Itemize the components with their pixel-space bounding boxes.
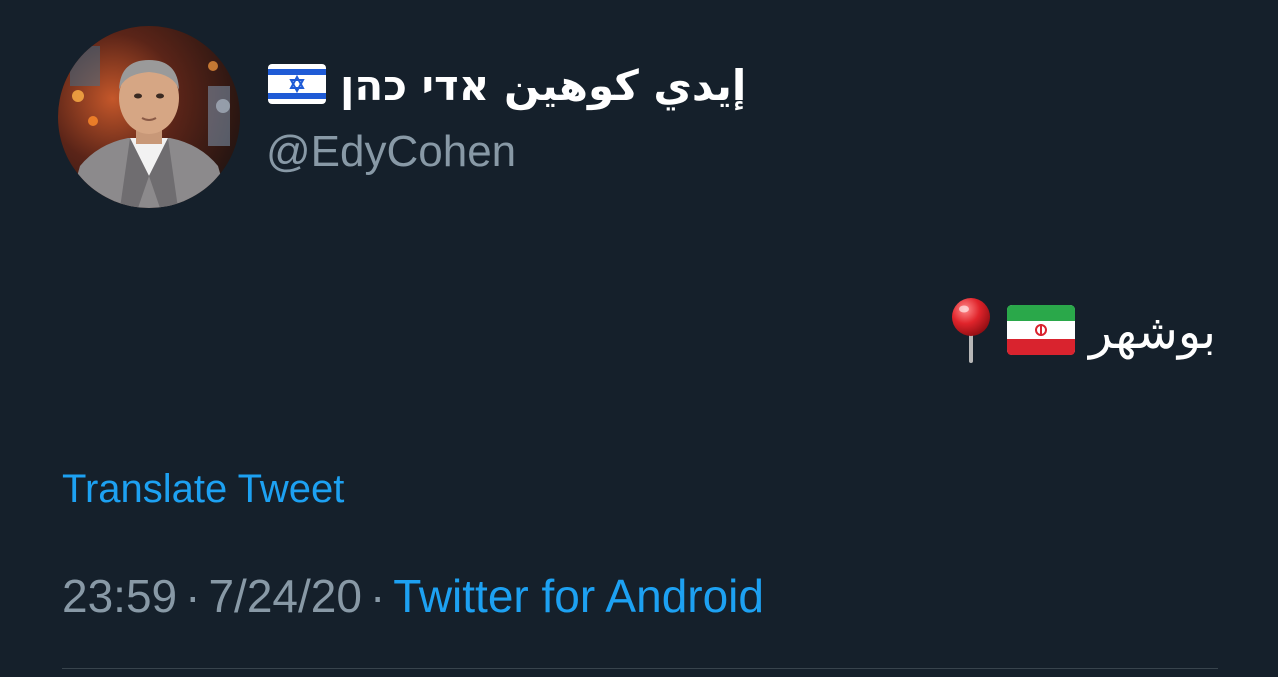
avatar[interactable] [58,26,240,208]
divider [62,668,1218,669]
meta-separator: · [369,570,386,622]
tweet-source-link[interactable]: Twitter for Android [393,570,764,622]
tweet-text: بوشهر [949,292,1216,372]
round-pushpin-icon [949,295,993,370]
meta-separator: · [185,570,201,622]
author-handle[interactable]: @EdyCohen [266,124,516,180]
author-display-name[interactable]: إيدي كوهين אדי כהן [268,58,746,114]
tweet-metadata: 23:59 · 7/24/20 · Twitter for Android [62,566,764,626]
translate-tweet-link[interactable]: Translate Tweet [62,462,344,516]
tweet-text-content: بوشهر [1089,304,1216,360]
tweet-date[interactable]: 7/24/20 [208,570,361,622]
author-name-text: إيدي كوهين אדי כהן [340,61,747,110]
tweet-detail: إيدي كوهين אדי כהן @EdyCohen بوشهر Trans… [0,0,1278,677]
tweet-time[interactable]: 23:59 [62,570,177,622]
israel-flag-icon [268,63,326,109]
iran-flag-icon [1007,304,1076,360]
